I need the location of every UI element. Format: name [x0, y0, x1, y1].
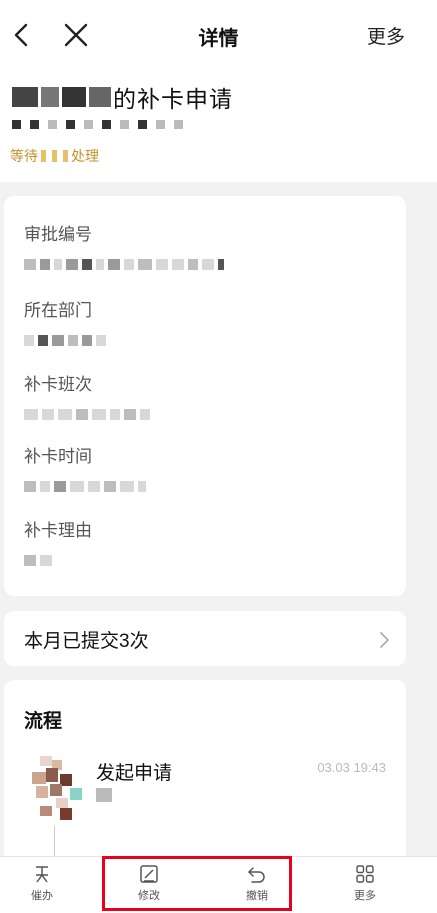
redacted-name: [12, 87, 111, 107]
redacted-value: [24, 409, 150, 420]
edit-icon: [140, 865, 158, 883]
grid-icon: [356, 865, 374, 883]
tab-label: 撤销: [246, 890, 268, 902]
process-step-name: 发起申请: [96, 763, 173, 784]
chevron-right-icon: [380, 632, 389, 648]
tab-label: 催办: [31, 890, 53, 902]
redacted-approver: [41, 150, 68, 162]
status-suffix: 处理: [71, 148, 99, 164]
redacted-value: [24, 335, 106, 346]
field-label: 补卡理由: [24, 521, 92, 540]
process-title: 流程: [24, 711, 63, 732]
more-actions-button[interactable]: 更多: [335, 863, 395, 903]
status-text: 等待 处理: [10, 146, 99, 166]
field-reason: 补卡理由: [24, 516, 92, 566]
field-approval-number: 审批编号: [24, 220, 224, 270]
tab-label: 修改: [138, 890, 160, 902]
monthly-submissions-row[interactable]: 本月已提交3次: [4, 611, 406, 666]
redacted-value: [24, 259, 224, 270]
process-connector-line: [54, 826, 55, 856]
field-label: 所在部门: [24, 301, 92, 320]
urge-button[interactable]: 催办: [12, 863, 72, 903]
monthly-submissions-text: 本月已提交3次: [24, 631, 149, 652]
redacted-subtitle: [12, 120, 183, 129]
revoke-button[interactable]: 撤销: [227, 863, 287, 903]
more-button[interactable]: 更多: [367, 22, 405, 49]
edit-button[interactable]: 修改: [119, 863, 179, 903]
field-shift: 补卡班次: [24, 370, 150, 420]
request-header: 的补卡申请 等待 处理: [0, 70, 437, 182]
avatar: [32, 756, 82, 820]
field-label: 补卡班次: [24, 375, 92, 394]
process-card: 流程 发起申请 03.03 19:43: [4, 680, 406, 870]
bottom-action-bar: 催办 修改 撤销 更多: [0, 856, 437, 913]
redacted-value: [24, 555, 92, 566]
field-label: 补卡时间: [24, 447, 92, 466]
field-time: 补卡时间: [24, 442, 146, 492]
status-prefix: 等待: [10, 148, 38, 164]
urge-icon: [36, 866, 48, 883]
field-department: 所在部门: [24, 296, 106, 346]
redacted-step-detail: [96, 788, 112, 802]
undo-icon: [248, 867, 265, 883]
tab-label: 更多: [354, 890, 376, 902]
redacted-value: [24, 481, 146, 492]
details-card: 审批编号 所在部门 补卡班次 补卡时间 补卡理由: [4, 196, 406, 596]
process-step-time: 03.03 19:43: [317, 760, 386, 775]
request-title: 的补卡申请: [12, 80, 233, 114]
field-label: 审批编号: [24, 225, 92, 244]
top-nav: 详情 更多: [0, 0, 437, 70]
request-title-text: 的补卡申请: [113, 86, 233, 112]
